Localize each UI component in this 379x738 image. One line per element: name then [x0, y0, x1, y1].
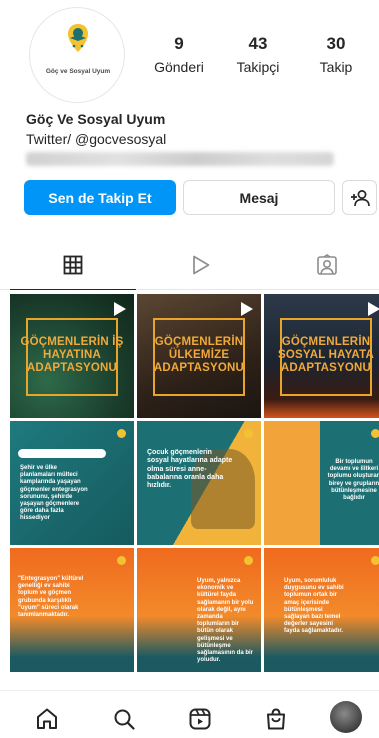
posts-grid: GÖÇMENLERİN İŞ HAYATINA ADAPTASYONU GÖÇM… [10, 294, 379, 674]
stat-posts-value: 9 [174, 34, 184, 53]
tab-tagged[interactable] [264, 240, 379, 290]
message-button[interactable]: Mesaj [183, 180, 335, 215]
post-text: "Entegrasyon" kültürel genelliği ev sahi… [18, 576, 84, 619]
grid-icon [63, 255, 83, 274]
post-text: Çocuk göçmenlerin sosyal hayatlarına ada… [147, 449, 233, 490]
post-tile[interactable]: Şehir ve ülke planlamaları mülteci kampl… [10, 421, 134, 545]
search-icon [114, 709, 135, 730]
stat-posts-label: Gönderi [154, 59, 204, 75]
stat-following-label: Takip [319, 59, 353, 75]
follow-button[interactable]: Sen de Takip Et [24, 180, 176, 215]
logo-pin-icon [68, 24, 88, 52]
suggest-people-button[interactable] [342, 180, 377, 215]
post-text: Şehir ve ülke planlamaları mülteci kampl… [20, 465, 88, 522]
nav-shop[interactable] [262, 705, 290, 733]
stat-followers-label: Takipçi [236, 59, 280, 75]
profile-avatar[interactable] [330, 701, 362, 733]
tab-reels[interactable] [138, 240, 264, 290]
reels-icon [189, 708, 211, 730]
post-tile[interactable]: Uyum, sorumluluk duygusunu ev sahibi top… [264, 548, 379, 672]
home-icon [37, 708, 57, 729]
stat-posts[interactable]: 9 Gönderi [148, 34, 210, 77]
reels-play-icon [193, 255, 210, 275]
profile-handle-line: Twitter/ @gocvesosyal [26, 131, 167, 147]
post-title: GÖÇMENLERİN SOSYAL HAYATA ADAPTASYONU [278, 336, 374, 374]
tab-posts[interactable] [10, 240, 136, 290]
post-text: Uyum, sorumluluk duygusunu ev sahibi top… [284, 578, 344, 635]
profile-bio: Göç Ve Sosyal Uyum Twitter/ @gocvesosyal [26, 110, 366, 166]
profile-header: Göç ve Sosyal Uyum 9 Gönderi 43 Takipçi … [0, 0, 379, 105]
nav-home[interactable] [33, 705, 61, 733]
reel-badge-icon [114, 302, 126, 316]
add-person-icon [350, 189, 370, 206]
stat-following-value: 30 [326, 34, 346, 53]
redacted-bio-text [26, 152, 334, 166]
bottom-navigation [0, 690, 379, 738]
post-text: Uyum, yalnızca ekonomik ve kültürel fayd… [197, 578, 254, 664]
profile-display-name: Göç Ve Sosyal Uyum [26, 111, 166, 127]
post-tile[interactable]: GÖÇMENLERİN SOSYAL HAYATA ADAPTASYONU [264, 294, 379, 418]
reel-badge-icon [241, 302, 253, 316]
post-tile[interactable]: "Entegrasyon" kültürel genelliği ev sahi… [10, 548, 134, 672]
post-tile[interactable]: Bir toplumun devamı ve ilitkeri toplumu … [264, 421, 379, 545]
logo-text: Göç ve Sosyal Uyum [45, 68, 111, 75]
tagged-person-icon [317, 254, 337, 275]
post-text: Bir toplumun devamı ve ilitkeri toplumu … [327, 459, 379, 502]
post-tile[interactable]: Uyum, yalnızca ekonomik ve kültürel fayd… [137, 548, 261, 672]
profile-tabs [0, 240, 379, 290]
shop-icon [267, 708, 285, 730]
stat-followers[interactable]: 43 Takipçi [226, 34, 290, 77]
profile-avatar[interactable]: Göç ve Sosyal Uyum [29, 7, 125, 103]
nav-reels[interactable] [186, 705, 214, 733]
nav-search[interactable] [110, 705, 138, 733]
stat-followers-value: 43 [248, 34, 268, 53]
post-tile[interactable]: GÖÇMENLERİN ÜLKEMİZE ADAPTASYONU [137, 294, 261, 418]
reel-badge-icon [368, 302, 379, 316]
post-tile[interactable]: GÖÇMENLERİN İŞ HAYATINA ADAPTASYONU [10, 294, 134, 418]
post-tile[interactable]: Çocuk göçmenlerin sosyal hayatlarına ada… [137, 421, 261, 545]
post-title: GÖÇMENLERİN İŞ HAYATINA ADAPTASYONU [20, 336, 124, 374]
stat-following[interactable]: 30 Takip [308, 34, 364, 77]
post-title: GÖÇMENLERİN ÜLKEMİZE ADAPTASYONU [153, 336, 245, 374]
